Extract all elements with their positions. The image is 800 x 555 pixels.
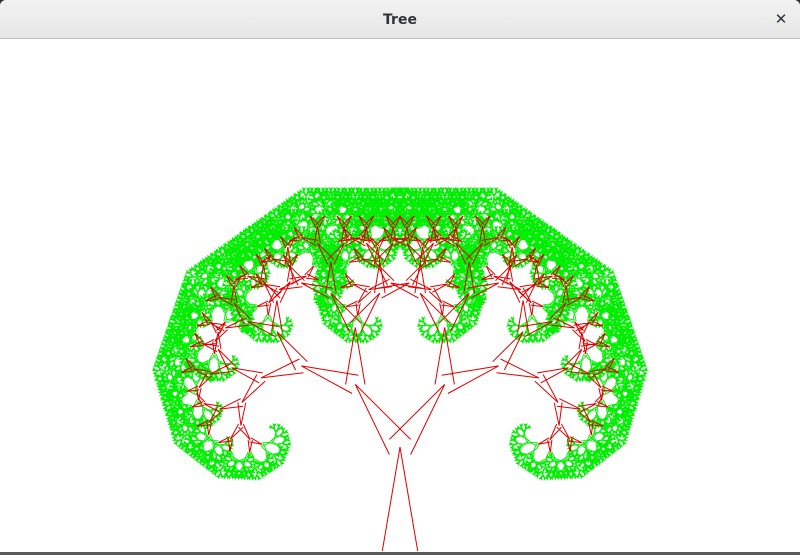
leaf-branches — [151, 187, 649, 481]
title-bar[interactable]: Tree ✕ — [0, 0, 800, 39]
drawing-canvas — [0, 39, 800, 552]
fractal-tree-drawing — [151, 187, 649, 552]
app-window: Tree ✕ — [0, 0, 800, 555]
close-icon[interactable]: ✕ — [770, 8, 792, 30]
window-title: Tree — [383, 12, 417, 28]
trunk-branches — [180, 215, 620, 552]
